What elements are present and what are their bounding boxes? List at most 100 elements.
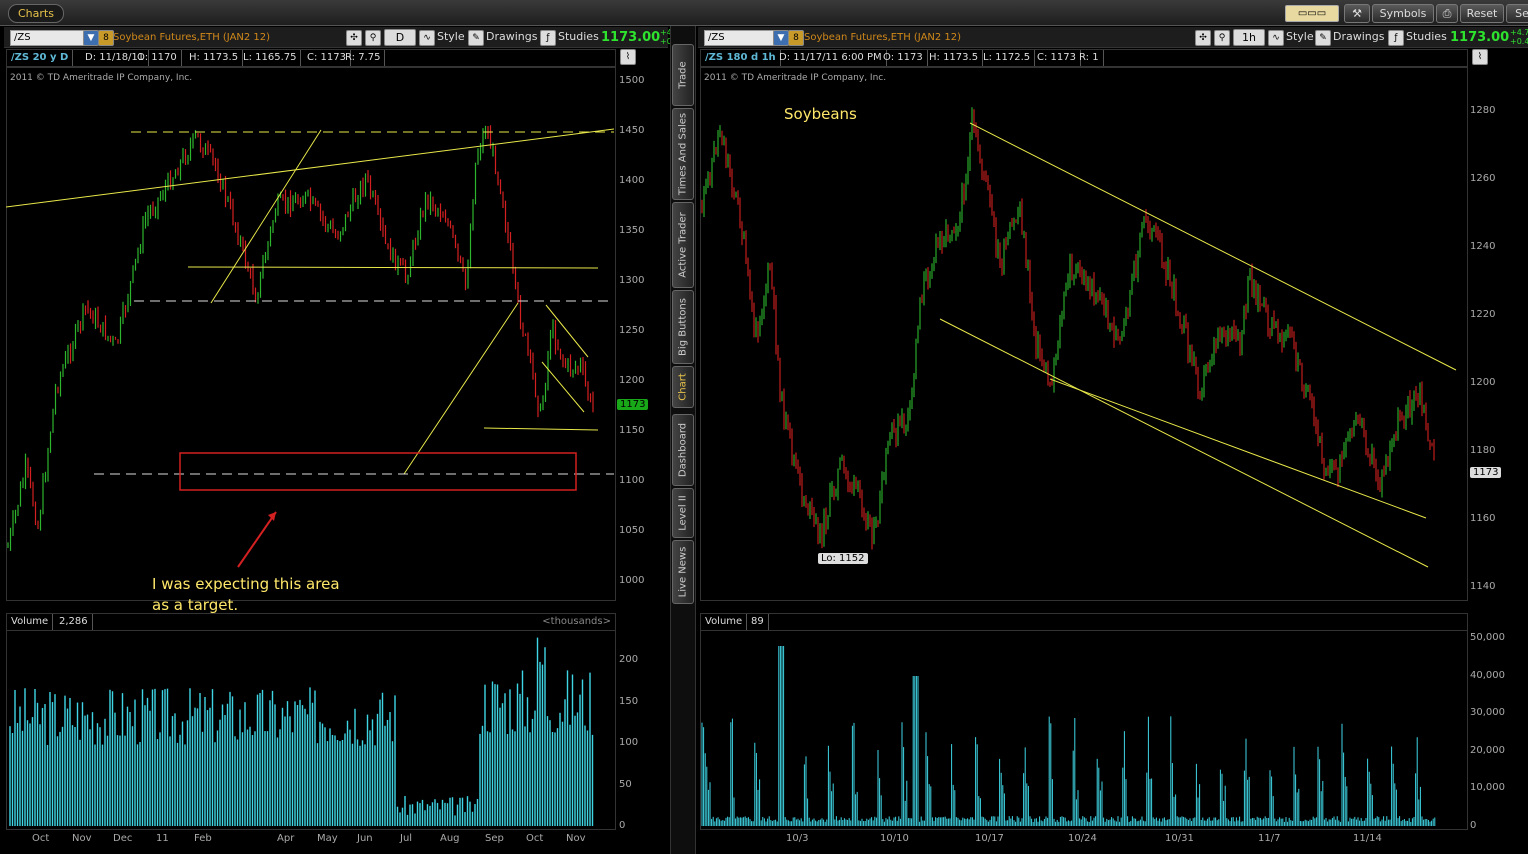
right-chart-settings-icon[interactable]: ⌇ <box>1472 49 1488 65</box>
charts-tab[interactable]: Charts <box>8 4 64 23</box>
left-studies-button[interactable]: Studies <box>558 30 599 44</box>
left-chart-header: /ZS ▼ 8 Soybean Futures,ETH (JAN2 12) ✣ … <box>4 27 692 48</box>
right-link-badge[interactable]: 8 <box>788 30 804 46</box>
left-style-button[interactable]: Style <box>437 30 465 44</box>
target-area-box <box>179 452 577 491</box>
annotation-arrow-shaft <box>237 511 277 568</box>
right-volume-tick-0: 50,000 <box>1470 632 1505 643</box>
left-time-tick-6: May <box>317 833 338 844</box>
left-chart-settings-icon[interactable]: ⌇ <box>620 49 636 65</box>
channel-upper-trendline <box>969 122 1457 371</box>
right-price-tick-7: 1140 <box>1470 581 1496 592</box>
left-volume-chart <box>9 637 594 826</box>
left-aggregation-button[interactable]: D <box>384 29 416 46</box>
left-price-tick-3: 1350 <box>619 225 645 236</box>
channel-lower-trendline <box>939 318 1429 568</box>
right-studies-icon[interactable]: ƒ <box>1388 30 1404 46</box>
left-ohlc-bar: /ZS 20 y D D: 11/18/11 O: 1170 H: 1173.5… <box>6 49 616 67</box>
right-style-button[interactable]: Style <box>1286 30 1314 44</box>
left-time-tick-4: Feb <box>194 833 212 844</box>
right-last-price: 1173.00 <box>1450 30 1510 45</box>
left-time-tick-8: Jul <box>400 833 413 844</box>
measured-move-line-2 <box>403 302 519 475</box>
side-tab-trade[interactable]: Trade <box>672 44 694 106</box>
left-volume-label: Volume <box>7 614 54 630</box>
left-time-tick-11: Oct <box>526 833 544 844</box>
print-icon[interactable]: ⎙ <box>1436 4 1458 23</box>
right-symbol-dropdown-icon[interactable]: ▼ <box>773 30 789 46</box>
right-price-tick-3: 1220 <box>1470 309 1496 320</box>
right-price-tick-5: 1180 <box>1470 445 1496 456</box>
side-tab-chart[interactable]: Chart <box>672 366 694 408</box>
setup-wrench-button[interactable]: ⚒ <box>1344 4 1370 23</box>
right-time-tick-6: 11/14 <box>1353 833 1382 844</box>
left-zoom-icon[interactable]: ⚲ <box>365 30 381 46</box>
right-current-price-tag: 1173 <box>1470 467 1502 478</box>
right-date: D: 11/17/11 6:00 PM <box>775 50 887 66</box>
left-volume-tick-1: 150 <box>619 695 639 707</box>
right-high: H: 1173.5 <box>925 50 984 66</box>
right-style-icon[interactable]: ∿ <box>1268 30 1284 46</box>
right-crosshair-icon[interactable]: ✣ <box>1195 30 1211 46</box>
right-drawings-button[interactable]: Drawings <box>1333 30 1384 44</box>
reset-button[interactable]: Reset <box>1460 4 1504 23</box>
side-tab-active-trader[interactable]: Active Trader <box>672 202 694 288</box>
right-study-label: /ZS 180 d 1h <box>701 50 781 66</box>
right-studies-button[interactable]: Studies <box>1406 30 1447 44</box>
right-zoom-icon[interactable]: ⚲ <box>1214 30 1230 46</box>
left-price-tick-9: 1050 <box>619 525 645 536</box>
left-range: R: 7.75 <box>341 50 386 66</box>
left-time-tick-3: 11 <box>156 833 169 844</box>
right-volume-header: Volume 89 <box>700 613 1468 631</box>
wedge-upper-line <box>545 304 589 358</box>
right-drawings-icon[interactable]: ✎ <box>1315 30 1331 46</box>
right-price-tick-2: 1240 <box>1470 241 1496 252</box>
right-price-tick-1: 1260 <box>1470 173 1496 184</box>
side-tab-level-ii[interactable]: Level II <box>672 488 694 538</box>
left-price-tick-10: 1000 <box>619 575 645 586</box>
right-chart-header: /ZS ▼ 8 Soybean Futures,ETH (JAN2 12) ✣ … <box>698 27 1528 48</box>
left-time-tick-5: Apr <box>277 833 295 844</box>
annotation-arrow-head <box>268 512 276 521</box>
left-volume-tick-3: 50 <box>619 778 632 790</box>
right-time-tick-4: 10/31 <box>1165 833 1194 844</box>
left-price-tick-8: 1100 <box>619 475 645 486</box>
right-low: L: 1172.5 <box>979 50 1036 66</box>
right-change-pct: +0.4 <box>1510 37 1528 46</box>
left-volume-tick-4: 0 <box>619 820 626 831</box>
right-volume-value: 89 <box>747 614 769 630</box>
left-price-chart <box>6 125 614 568</box>
right-volume-label: Volume <box>701 614 748 630</box>
side-tab-live-news[interactable]: Live News <box>672 540 694 604</box>
side-tab-times-and-sales[interactable]: Times And Sales <box>672 108 694 200</box>
right-time-tick-3: 10/24 <box>1068 833 1097 844</box>
recent-low-line <box>483 427 599 431</box>
measured-move-line-1 <box>210 129 322 304</box>
left-symbol-input[interactable]: /ZS <box>10 30 85 46</box>
left-time-tick-0: Oct <box>32 833 50 844</box>
left-style-icon[interactable]: ∿ <box>419 30 435 46</box>
symbols-button[interactable]: Symbols <box>1372 4 1434 23</box>
right-symbol-input[interactable]: /ZS <box>704 30 779 46</box>
right-instrument-title: Soybean Futures,ETH (JAN2 12) <box>804 32 962 43</box>
right-volume-tick-3: 20,000 <box>1470 744 1505 756</box>
top-toolbar: Charts ▭▭▭ ⚒ Symbols ⎙ Reset Se <box>0 0 1528 26</box>
side-tab-big-buttons[interactable]: Big Buttons <box>672 290 694 364</box>
left-studies-icon[interactable]: ƒ <box>540 30 556 46</box>
left-drawings-icon[interactable]: ✎ <box>468 30 484 46</box>
right-volume-tick-1: 40,000 <box>1470 669 1505 681</box>
left-drawings-button[interactable]: Drawings <box>486 30 537 44</box>
right-aggregation-button[interactable]: 1h <box>1233 29 1265 46</box>
left-open: O: 1170 <box>133 50 182 66</box>
left-time-tick-10: Sep <box>485 833 504 844</box>
left-last-price: 1173.00 <box>601 30 661 45</box>
left-link-badge[interactable]: 8 <box>98 30 114 46</box>
setup-button[interactable]: Se <box>1506 4 1528 23</box>
right-price-tick-0: 1280 <box>1470 105 1496 116</box>
grid-layout-icon[interactable]: ▭▭▭ <box>1285 5 1339 22</box>
side-tab-dashboard[interactable]: Dashboard <box>672 414 694 486</box>
right-volume-tick-2: 30,000 <box>1470 707 1505 719</box>
left-symbol-dropdown-icon[interactable]: ▼ <box>83 30 99 46</box>
right-time-tick-0: 10/3 <box>786 833 809 844</box>
left-crosshair-icon[interactable]: ✣ <box>346 30 362 46</box>
